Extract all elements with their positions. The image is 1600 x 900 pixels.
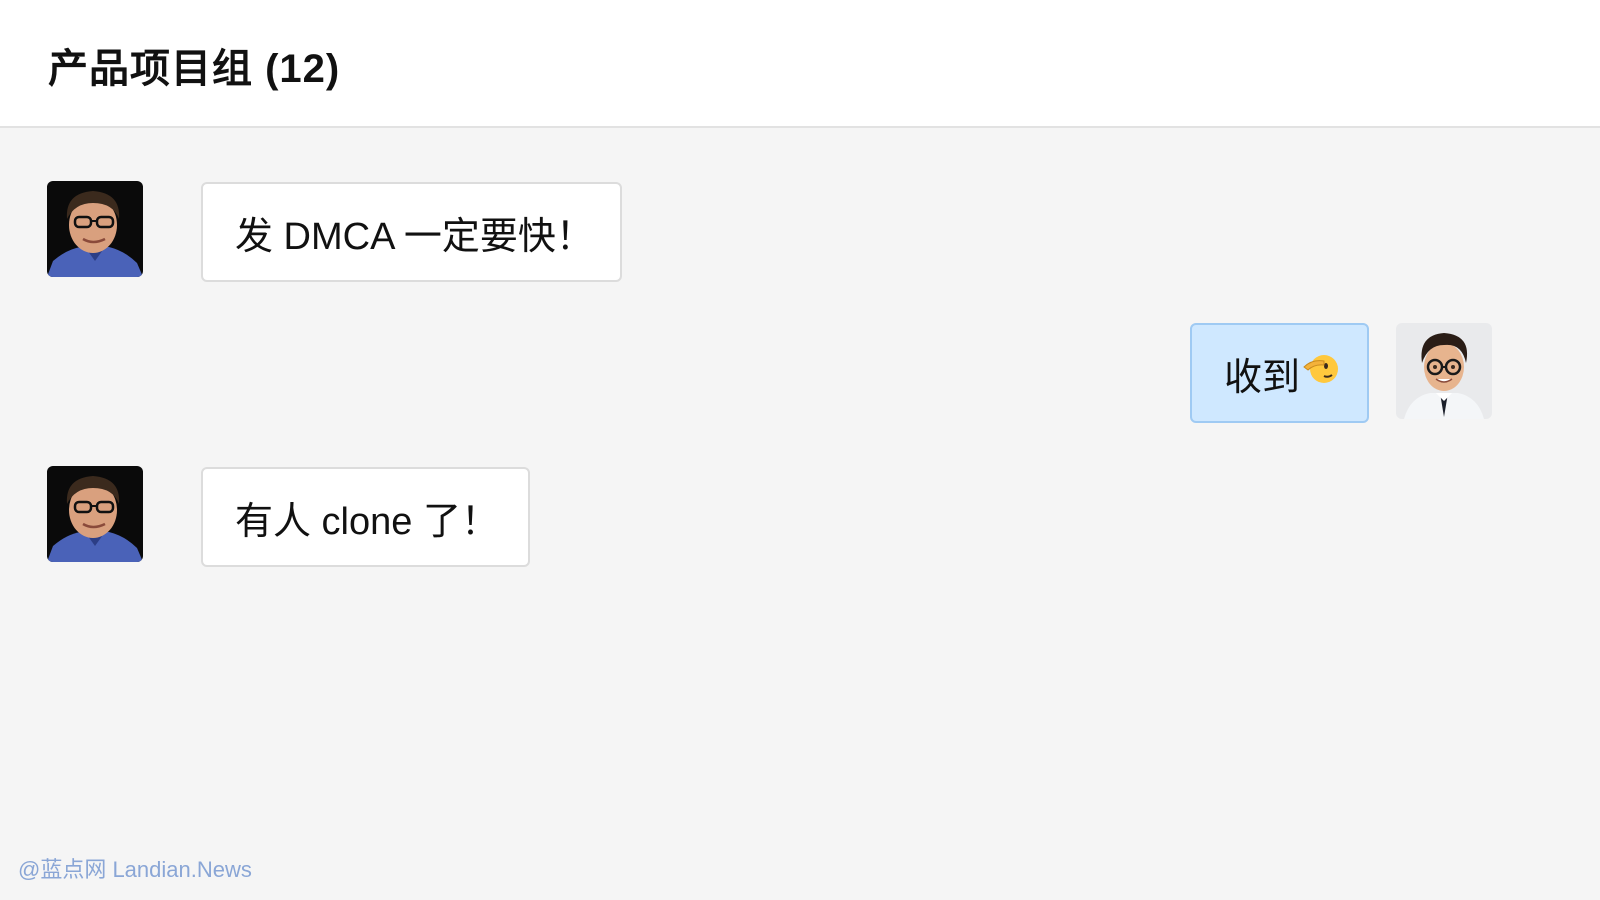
- message-text: 收到: [1224, 356, 1301, 399]
- chat-header: 产品项目组 (12): [0, 0, 1600, 128]
- message-text: 有人 clone 了！: [235, 500, 499, 543]
- message-text: 发 DMCA 一定要快！: [235, 215, 594, 258]
- message-list[interactable]: 发 DMCA 一定要快！ 收到 有人 clone 了！: [0, 128, 1600, 900]
- cartoon-man-with-glasses-avatar-icon: [1396, 323, 1492, 419]
- saluting-face-emoji-icon: [1302, 349, 1340, 397]
- watermark: @蓝点网 Landian.News: [18, 857, 252, 882]
- my-avatar[interactable]: [1396, 323, 1492, 419]
- sender-avatar[interactable]: [47, 181, 143, 277]
- message-bubble-incoming[interactable]: 有人 clone 了！: [201, 467, 530, 567]
- man-with-glasses-photo-avatar-icon: [47, 181, 143, 277]
- man-with-glasses-photo-avatar-icon: [47, 466, 143, 562]
- sender-avatar[interactable]: [47, 466, 143, 562]
- group-title: 产品项目组 (12): [48, 47, 341, 91]
- message-bubble-incoming[interactable]: 发 DMCA 一定要快！: [201, 182, 622, 282]
- message-bubble-outgoing[interactable]: 收到: [1190, 323, 1369, 423]
